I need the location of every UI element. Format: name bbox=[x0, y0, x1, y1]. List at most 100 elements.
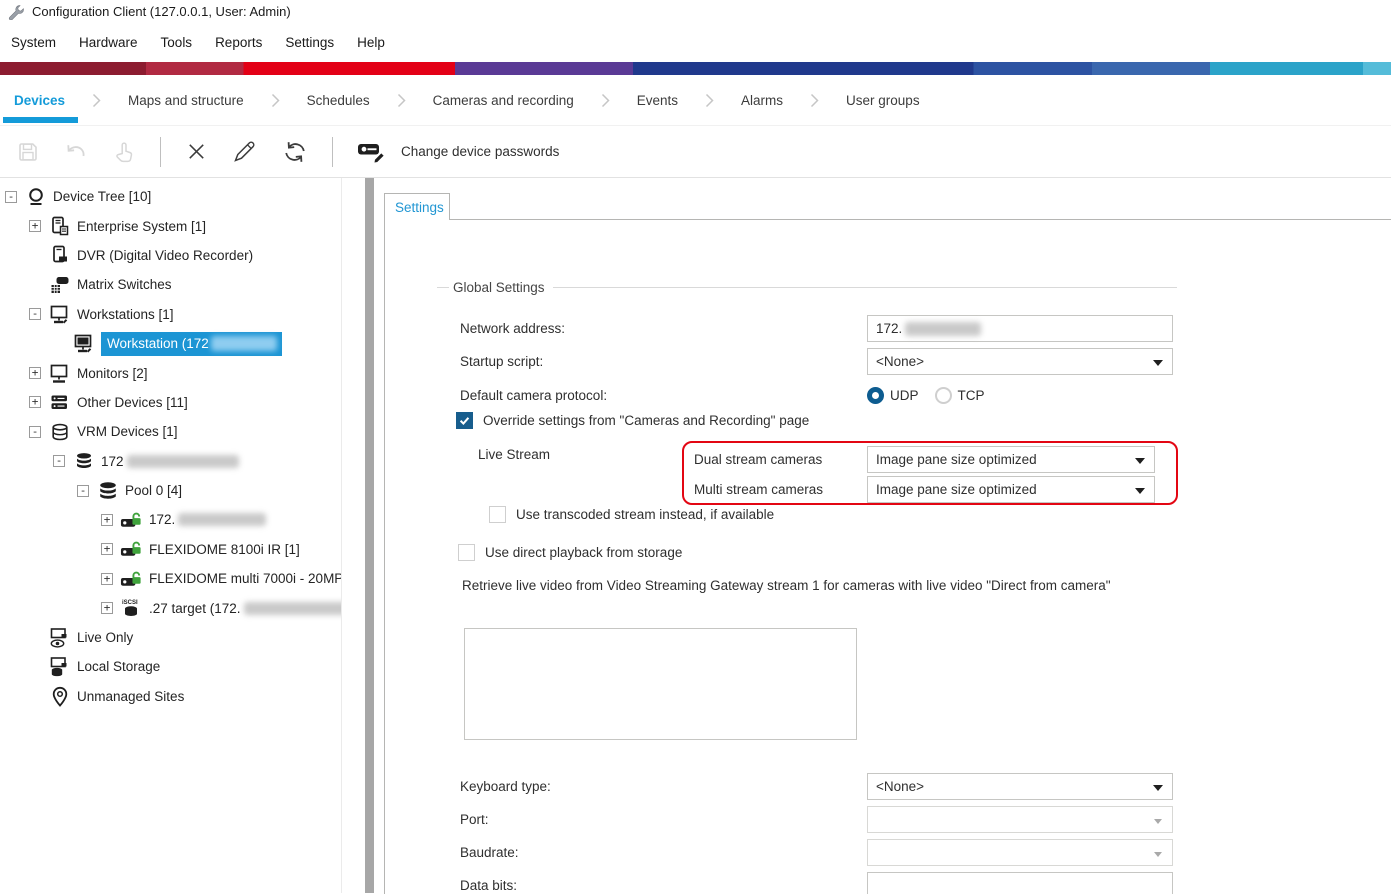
collapse-expander-icon[interactable]: - bbox=[77, 485, 89, 497]
tree-item-label: Workstations [1] bbox=[77, 305, 174, 324]
menu-help[interactable]: Help bbox=[357, 35, 385, 50]
tree-item-unmanaged-sites[interactable]: Unmanaged Sites bbox=[0, 682, 341, 711]
nav-tab-schedules[interactable]: Schedules bbox=[307, 93, 370, 108]
expand-expander-icon[interactable]: + bbox=[101, 602, 113, 614]
keyboard-type-row: Keyboard type: <None> bbox=[460, 773, 1173, 800]
keyboard-type-select[interactable]: <None> bbox=[867, 773, 1173, 800]
tree-item-matrix-switches[interactable]: Matrix Switches bbox=[0, 270, 341, 299]
expand-expander-icon[interactable]: + bbox=[101, 573, 113, 585]
other-devices-icon bbox=[48, 393, 71, 412]
override-settings-checkbox[interactable] bbox=[456, 412, 473, 429]
expand-expander-icon[interactable]: + bbox=[29, 396, 41, 408]
vsg-camera-listbox[interactable] bbox=[464, 628, 857, 740]
menu-hardware[interactable]: Hardware bbox=[79, 35, 138, 50]
collapse-expander-icon[interactable]: - bbox=[53, 455, 65, 467]
undo-button[interactable] bbox=[64, 140, 88, 164]
redacted-text bbox=[211, 336, 277, 351]
activate-button[interactable] bbox=[112, 140, 136, 164]
page-navigation: Devices Maps and structure Schedules Cam… bbox=[0, 75, 1391, 126]
data-bits-input[interactable] bbox=[867, 872, 1173, 894]
tab-settings[interactable]: Settings bbox=[384, 193, 450, 220]
network-address-input[interactable]: 172. bbox=[867, 315, 1173, 342]
camera-unlocked-icon bbox=[120, 570, 143, 588]
edit-button[interactable] bbox=[232, 140, 258, 164]
menu-tools[interactable]: Tools bbox=[161, 35, 193, 50]
tree-item-dvr[interactable]: DVR (Digital Video Recorder) bbox=[0, 241, 341, 270]
transcoded-stream-checkbox[interactable] bbox=[489, 506, 506, 523]
delete-button[interactable] bbox=[185, 140, 208, 163]
multi-stream-select[interactable]: Image pane size optimized bbox=[867, 476, 1155, 503]
tree-item-iscsi-target[interactable]: + iSCSI .27 target (172. bbox=[0, 593, 341, 622]
chevron-right-icon bbox=[92, 93, 101, 108]
dual-stream-select[interactable]: Image pane size optimized bbox=[867, 446, 1155, 473]
expand-expander-icon[interactable]: + bbox=[29, 367, 41, 379]
tree-item-vrm-devices[interactable]: - VRM Devices [1] bbox=[0, 417, 341, 446]
tree-item-live-only[interactable]: Live Only bbox=[0, 623, 341, 652]
tree-item-monitors[interactable]: + Monitors [2] bbox=[0, 358, 341, 387]
toolbar: Change device passwords bbox=[0, 126, 1391, 178]
tree-item-camera-172[interactable]: + 172. bbox=[0, 505, 341, 534]
override-settings-row: Override settings from "Cameras and Reco… bbox=[456, 412, 809, 429]
transcoded-stream-label: Use transcoded stream instead, if availa… bbox=[516, 507, 774, 522]
save-button[interactable] bbox=[16, 140, 40, 164]
device-tree-icon bbox=[24, 187, 47, 207]
group-title: Global Settings bbox=[453, 280, 545, 295]
nav-tab-cameras-and-recording[interactable]: Cameras and recording bbox=[433, 93, 574, 108]
tree-item-device-tree[interactable]: - Device Tree [10] bbox=[0, 182, 341, 211]
tree-item-other-devices[interactable]: + Other Devices [11] bbox=[0, 388, 341, 417]
tree-item-workstations[interactable]: - Workstations [1] bbox=[0, 300, 341, 329]
nav-tab-devices[interactable]: Devices bbox=[14, 93, 65, 108]
nav-tab-alarms[interactable]: Alarms bbox=[741, 93, 783, 108]
direct-playback-label: Use direct playback from storage bbox=[485, 545, 682, 560]
camera-unlocked-icon bbox=[120, 540, 143, 558]
tree-item-label: Matrix Switches bbox=[77, 275, 172, 294]
tree-item-flexidome-multi-7000i[interactable]: + FLEXIDOME multi 7000i - 20MP [ bbox=[0, 564, 341, 593]
tcp-radio[interactable] bbox=[935, 387, 952, 404]
tree-item-enterprise-system[interactable]: + Enterprise System [1] bbox=[0, 211, 341, 240]
baudrate-row: Baudrate: bbox=[460, 839, 1173, 866]
port-label: Port: bbox=[460, 812, 867, 827]
startup-script-select[interactable]: <None> bbox=[867, 348, 1173, 375]
camera-protocol-label: Default camera protocol: bbox=[460, 388, 867, 403]
tree-item-vrm-172[interactable]: - 172 bbox=[0, 447, 341, 476]
tree-item-label: DVR (Digital Video Recorder) bbox=[77, 246, 253, 265]
chevron-right-icon bbox=[810, 93, 819, 108]
direct-playback-checkbox[interactable] bbox=[458, 544, 475, 561]
tree-item-label: Unmanaged Sites bbox=[77, 687, 184, 706]
startup-script-row: Startup script: <None> bbox=[460, 348, 1173, 375]
nav-tab-user-groups[interactable]: User groups bbox=[846, 93, 920, 108]
expand-expander-icon[interactable]: + bbox=[29, 220, 41, 232]
brand-gradient-bar bbox=[0, 62, 1391, 75]
tree-item-label: Device Tree [10] bbox=[53, 187, 151, 206]
collapse-expander-icon[interactable]: - bbox=[29, 308, 41, 320]
change-device-passwords-label[interactable]: Change device passwords bbox=[401, 144, 559, 159]
menu-reports[interactable]: Reports bbox=[215, 35, 262, 50]
collapse-expander-icon[interactable]: - bbox=[5, 191, 17, 203]
nav-tab-maps-and-structure[interactable]: Maps and structure bbox=[128, 93, 244, 108]
expand-expander-icon[interactable]: + bbox=[101, 514, 113, 526]
redacted-text bbox=[178, 513, 266, 526]
undo-icon bbox=[64, 140, 88, 164]
udp-radio[interactable] bbox=[867, 387, 884, 404]
tree-item-local-storage[interactable]: Local Storage bbox=[0, 652, 341, 681]
chevron-right-icon bbox=[397, 93, 406, 108]
refresh-button[interactable] bbox=[282, 139, 308, 165]
wrench-icon bbox=[8, 4, 24, 20]
collapse-expander-icon[interactable]: - bbox=[29, 426, 41, 438]
tree-item-workstation-selected[interactable]: Workstation (172 bbox=[0, 329, 341, 358]
panel-splitter[interactable] bbox=[365, 178, 374, 893]
expand-expander-icon[interactable]: + bbox=[101, 543, 113, 555]
menu-bar: System Hardware Tools Reports Settings H… bbox=[0, 23, 1391, 62]
menu-settings[interactable]: Settings bbox=[285, 35, 334, 50]
tree-item-flexidome-8100i[interactable]: + FLEXIDOME 8100i IR [1] bbox=[0, 535, 341, 564]
change-device-passwords-button[interactable] bbox=[357, 140, 387, 163]
port-select bbox=[867, 806, 1173, 833]
override-settings-label: Override settings from "Cameras and Reco… bbox=[483, 413, 809, 428]
menu-system[interactable]: System bbox=[11, 35, 56, 50]
save-icon bbox=[16, 140, 40, 164]
tree-item-pool-0[interactable]: - Pool 0 [4] bbox=[0, 476, 341, 505]
nav-tab-events[interactable]: Events bbox=[637, 93, 678, 108]
delete-x-icon bbox=[185, 140, 208, 163]
tcp-radio-label: TCP bbox=[958, 388, 985, 403]
hand-tap-icon bbox=[112, 140, 136, 164]
